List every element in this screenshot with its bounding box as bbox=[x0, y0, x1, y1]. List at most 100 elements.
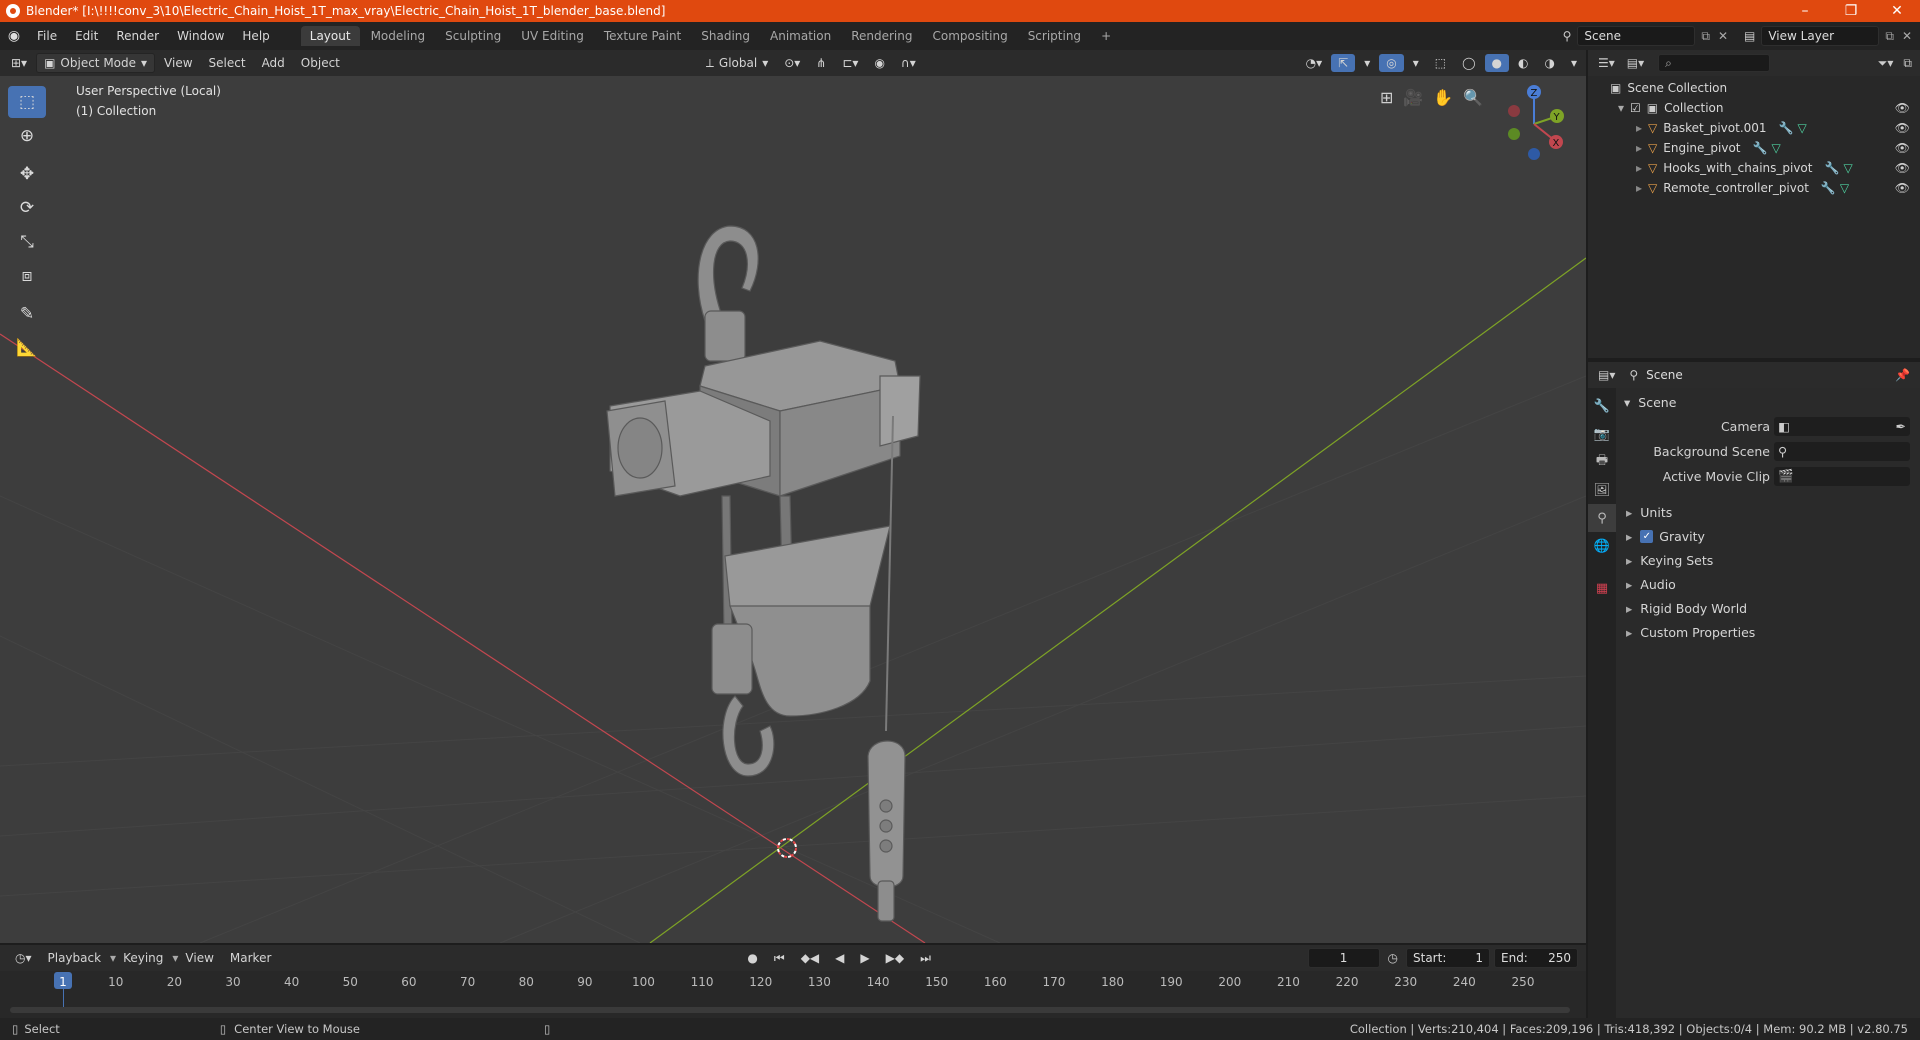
rotate-tool-icon[interactable]: ⟳ bbox=[8, 192, 46, 224]
next-keyframe-button[interactable]: ▶◆ bbox=[879, 949, 911, 967]
gizmo-neg-x[interactable] bbox=[1508, 105, 1520, 117]
audio-section[interactable]: ▸ Audio bbox=[1616, 572, 1920, 596]
menu-help[interactable]: Help bbox=[233, 29, 278, 43]
menu-select[interactable]: Select bbox=[202, 54, 253, 72]
zoom-view-icon[interactable]: 🔍 bbox=[1463, 88, 1483, 107]
keying-sets-section[interactable]: ▸ Keying Sets bbox=[1616, 548, 1920, 572]
outliner-object[interactable]: ▸ ▽ Hooks_with_chains_pivot 🔧 ▽ 👁 bbox=[1588, 158, 1920, 178]
pivot-point-icon[interactable]: ⊙▾ bbox=[777, 54, 807, 72]
delete-scene-icon[interactable]: ✕ bbox=[1718, 29, 1728, 43]
end-frame-field[interactable]: End: 250 bbox=[1494, 948, 1578, 968]
move-tool-icon[interactable]: ✥ bbox=[8, 158, 46, 190]
transform-tool-icon[interactable]: ⧈ bbox=[8, 260, 46, 292]
cursor-tool-icon[interactable]: ⊕ bbox=[8, 120, 46, 152]
scene-panel-header[interactable]: ▾ Scene bbox=[1616, 390, 1920, 414]
start-frame-field[interactable]: Start: 1 bbox=[1406, 948, 1490, 968]
expand-icon[interactable]: ▸ bbox=[1636, 121, 1642, 135]
shading-dropdown-icon[interactable]: ▾ bbox=[1564, 54, 1584, 72]
custom-properties-section[interactable]: ▸ Custom Properties bbox=[1616, 620, 1920, 644]
eye-icon[interactable]: 👁 bbox=[1895, 161, 1910, 175]
tool-tab-icon[interactable]: 🔧 bbox=[1588, 392, 1616, 420]
xray-icon[interactable]: ⬚ bbox=[1428, 54, 1453, 72]
clock-icon[interactable]: ◷ bbox=[1388, 951, 1398, 965]
close-button[interactable]: ✕ bbox=[1874, 3, 1920, 19]
jump-end-button[interactable]: ⏭ bbox=[913, 949, 938, 968]
camera-view-icon[interactable]: 🎥 bbox=[1403, 88, 1423, 107]
grid-view-icon[interactable]: ⊞ bbox=[1380, 88, 1393, 107]
outliner-scene-collection[interactable]: ▣ Scene Collection bbox=[1588, 78, 1920, 98]
snap-icon[interactable]: ⋔ bbox=[809, 54, 833, 72]
output-tab-icon[interactable]: 🖶 bbox=[1588, 448, 1616, 476]
material-shading-icon[interactable]: ◐ bbox=[1511, 54, 1535, 72]
gizmo-toggle-icon[interactable]: ⇱ bbox=[1331, 54, 1356, 72]
jump-start-button[interactable]: ⏮ bbox=[767, 949, 792, 968]
maximize-button[interactable]: ❐ bbox=[1828, 3, 1874, 19]
falloff-icon[interactable]: ∩▾ bbox=[894, 54, 923, 72]
record-button[interactable]: ● bbox=[740, 949, 764, 967]
collapse-icon[interactable]: ▾ bbox=[1618, 101, 1624, 115]
eyedropper-icon[interactable]: ✒ bbox=[1896, 419, 1906, 434]
play-reverse-button[interactable]: ◀ bbox=[828, 949, 851, 967]
outliner-object[interactable]: ▸ ▽ Remote_controller_pivot 🔧 ▽ 👁 bbox=[1588, 178, 1920, 198]
add-workspace-button[interactable]: + bbox=[1092, 26, 1120, 46]
display-mode-icon[interactable]: ▤▾ bbox=[1627, 56, 1644, 70]
tab-compositing[interactable]: Compositing bbox=[923, 26, 1016, 46]
annotate-tool-icon[interactable]: ✎ bbox=[8, 298, 46, 330]
gizmo-neg-z[interactable] bbox=[1528, 148, 1540, 160]
overlay-dropdown-icon[interactable]: ▾ bbox=[1406, 54, 1426, 72]
timeline[interactable]: 1 10 20 30 40 50 60 70 80 90 100 110 120 130 140 150 160… bbox=[0, 971, 1586, 1018]
gizmo-neg-y[interactable] bbox=[1508, 128, 1520, 140]
scene-tab-icon[interactable]: ⚲ bbox=[1588, 504, 1616, 532]
new-view-layer-icon[interactable]: ⧉ bbox=[1885, 29, 1894, 44]
tab-layout[interactable]: Layout bbox=[300, 26, 360, 46]
overlay-toggle-icon[interactable]: ◎ bbox=[1379, 54, 1404, 72]
menu-view[interactable]: View bbox=[157, 54, 199, 72]
editor-type-icon[interactable]: ⊞▾ bbox=[4, 54, 34, 72]
proportional-edit-icon[interactable]: ◉ bbox=[867, 54, 891, 72]
prev-keyframe-button[interactable]: ◆◀ bbox=[794, 949, 826, 967]
blender-menu-icon[interactable]: ◉ bbox=[0, 28, 28, 44]
outliner-object[interactable]: ▸ ▽ Engine_pivot 🔧 ▽ 👁 bbox=[1588, 138, 1920, 158]
3d-viewport[interactable]: User Perspective (Local) (1) Collection … bbox=[0, 76, 1586, 943]
gravity-checkbox[interactable]: ✓ bbox=[1640, 529, 1654, 543]
solid-shading-icon[interactable]: ● bbox=[1484, 54, 1509, 72]
eye-icon[interactable]: 👁 bbox=[1895, 181, 1910, 195]
measure-tool-icon[interactable]: 📐 bbox=[8, 332, 46, 364]
play-button[interactable]: ▶ bbox=[853, 949, 876, 967]
pin-icon[interactable]: 📌 bbox=[1895, 368, 1910, 382]
texture-tab-icon[interactable]: ▦ bbox=[1588, 574, 1616, 602]
minimize-button[interactable]: – bbox=[1782, 3, 1828, 19]
delete-view-layer-icon[interactable]: ✕ bbox=[1902, 29, 1912, 43]
visibility-icon[interactable]: ◔▾ bbox=[1299, 54, 1330, 72]
expand-icon[interactable]: ▸ bbox=[1636, 181, 1642, 195]
tab-modeling[interactable]: Modeling bbox=[362, 26, 435, 46]
frame-ruler[interactable]: 1 10 20 30 40 50 60 70 80 90 100 110 120 130 140 150 160… bbox=[0, 971, 1586, 991]
expand-icon[interactable]: ▸ bbox=[1636, 161, 1642, 175]
pan-view-icon[interactable]: ✋ bbox=[1433, 88, 1453, 107]
snap-target-icon[interactable]: ⊏▾ bbox=[835, 54, 865, 72]
menu-add[interactable]: Add bbox=[255, 54, 292, 72]
new-scene-icon[interactable]: ⧉ bbox=[1701, 29, 1710, 44]
tab-sculpting[interactable]: Sculpting bbox=[436, 26, 510, 46]
world-tab-icon[interactable]: 🌐 bbox=[1588, 532, 1616, 560]
expand-icon[interactable]: ▸ bbox=[1636, 141, 1642, 155]
select-box-tool-icon[interactable]: ⬚ bbox=[8, 86, 46, 118]
tab-shading[interactable]: Shading bbox=[692, 26, 759, 46]
mode-dropdown[interactable]: ▣ Object Mode ▾ bbox=[36, 53, 156, 73]
new-collection-icon[interactable]: ⧉ bbox=[1903, 56, 1912, 71]
gizmo-dropdown-icon[interactable]: ▾ bbox=[1357, 54, 1377, 72]
outliner-object[interactable]: ▸ ▽ Basket_pivot.001 🔧 ▽ 👁 bbox=[1588, 118, 1920, 138]
eye-icon[interactable]: 👁 bbox=[1895, 101, 1910, 115]
menu-render[interactable]: Render bbox=[107, 29, 168, 43]
rendered-shading-icon[interactable]: ◑ bbox=[1537, 54, 1561, 72]
outliner-editor-icon[interactable]: ☰▾ bbox=[1598, 56, 1615, 70]
tab-rendering[interactable]: Rendering bbox=[842, 26, 921, 46]
menu-edit[interactable]: Edit bbox=[66, 29, 107, 43]
background-scene-field[interactable]: ⚲ bbox=[1774, 441, 1910, 461]
rigid-body-world-section[interactable]: ▸ Rigid Body World bbox=[1616, 596, 1920, 620]
timeline-scrollbar[interactable] bbox=[10, 1007, 1570, 1013]
gravity-section[interactable]: ▸ ✓ Gravity bbox=[1616, 524, 1920, 548]
tab-scripting[interactable]: Scripting bbox=[1019, 26, 1090, 46]
menu-playback[interactable]: Playback bbox=[41, 949, 109, 967]
menu-window[interactable]: Window bbox=[168, 29, 233, 43]
